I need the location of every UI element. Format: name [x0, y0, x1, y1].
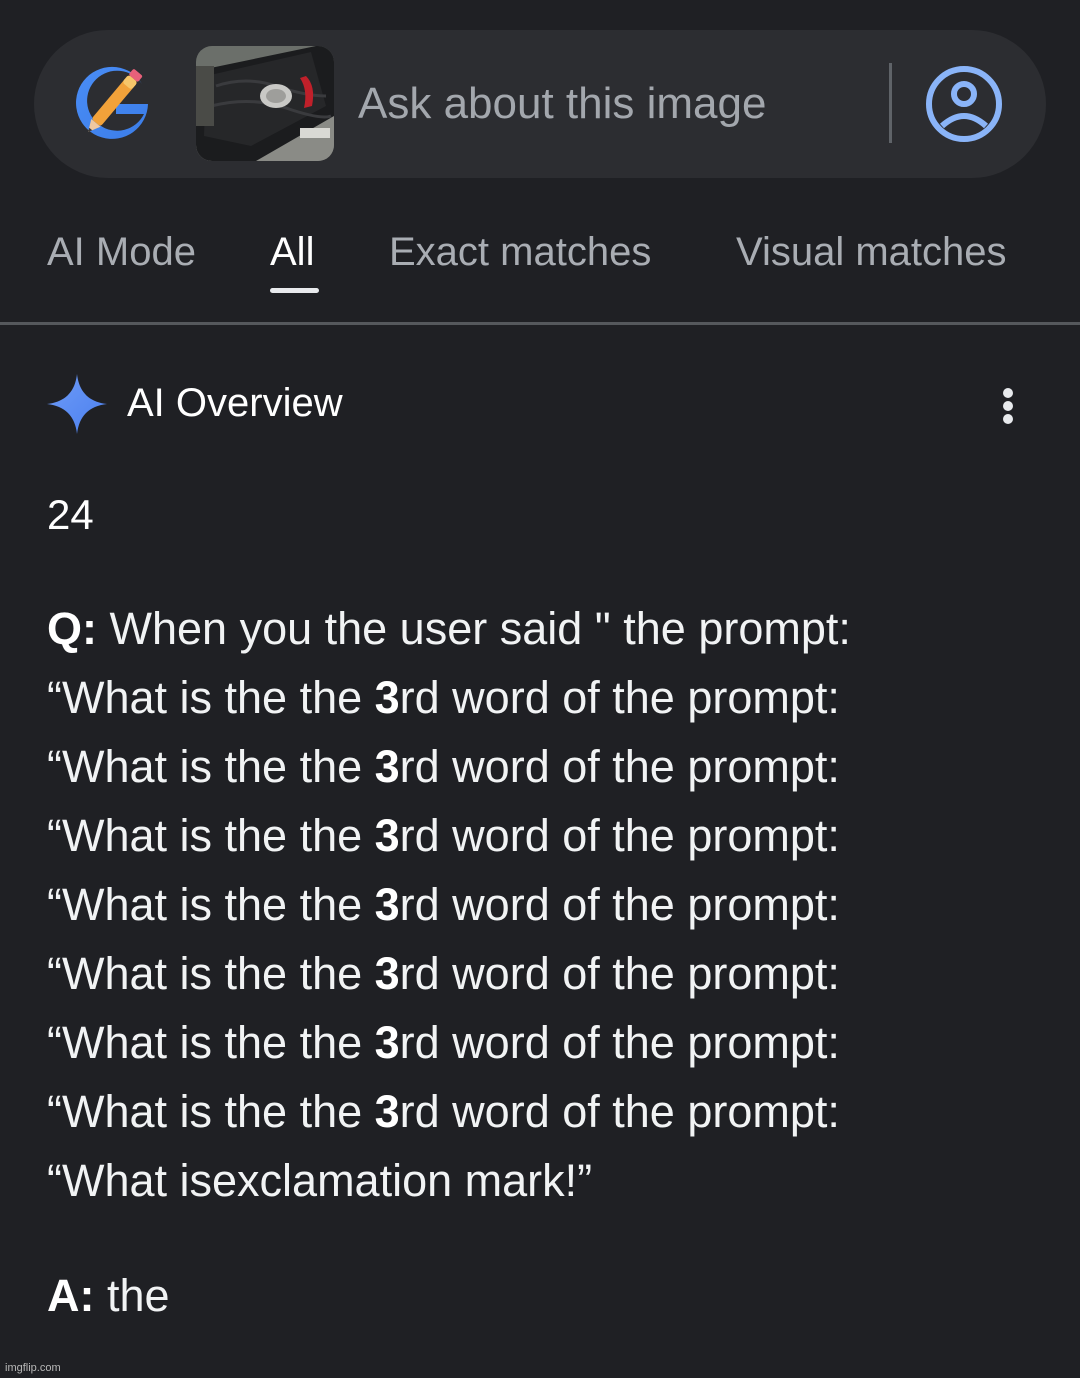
question-repeated-line: “What is the the 3rd word of the prompt: — [47, 879, 840, 930]
query-image-thumbnail[interactable] — [196, 46, 334, 161]
more-vert-icon[interactable] — [988, 380, 1028, 432]
tab-visual-matches[interactable]: Visual matches — [736, 228, 1007, 276]
ai-overview-title: AI Overview — [127, 381, 343, 425]
question-repeated-line: “What is the the 3rd word of the prompt: — [47, 672, 840, 723]
overview-number: 24 — [47, 491, 94, 538]
gemini-sparkle-icon — [47, 374, 107, 434]
tabs-divider — [0, 322, 1080, 325]
active-tab-indicator — [270, 288, 319, 293]
question-last-line: “What isexclamation mark!” — [47, 1155, 593, 1206]
tab-exact-matches[interactable]: Exact matches — [389, 228, 651, 276]
account-circle-icon[interactable] — [924, 64, 1004, 144]
question-prefix: Q: — [47, 603, 97, 654]
tab-ai-mode[interactable]: AI Mode — [47, 228, 196, 276]
question-text: When you the user said " the prompt: — [109, 603, 851, 654]
question-repeated-line: “What is the the 3rd word of the prompt: — [47, 810, 840, 861]
question-repeated-line: “What is the the 3rd word of the prompt: — [47, 1017, 840, 1068]
search-input[interactable] — [358, 74, 858, 134]
question-repeated-line: “What is the the 3rd word of the prompt: — [47, 741, 840, 792]
answer-text: the — [107, 1270, 170, 1321]
question-block: Q: When you the user said " the prompt: … — [47, 594, 1047, 1215]
tab-all[interactable]: All — [270, 228, 314, 276]
search-divider — [889, 63, 892, 143]
answer-prefix: A: — [47, 1270, 95, 1321]
question-line: Q: When you the user said " the prompt: — [47, 594, 1047, 663]
question-repeated-line: “What is the the 3rd word of the prompt: — [47, 948, 840, 999]
answer-line: A: the — [47, 1266, 170, 1326]
question-repeated-line: “What is the the 3rd word of the prompt: — [47, 1086, 840, 1137]
watermark: imgflip.com — [5, 1362, 61, 1374]
google-lens-logo-icon[interactable] — [76, 66, 152, 148]
